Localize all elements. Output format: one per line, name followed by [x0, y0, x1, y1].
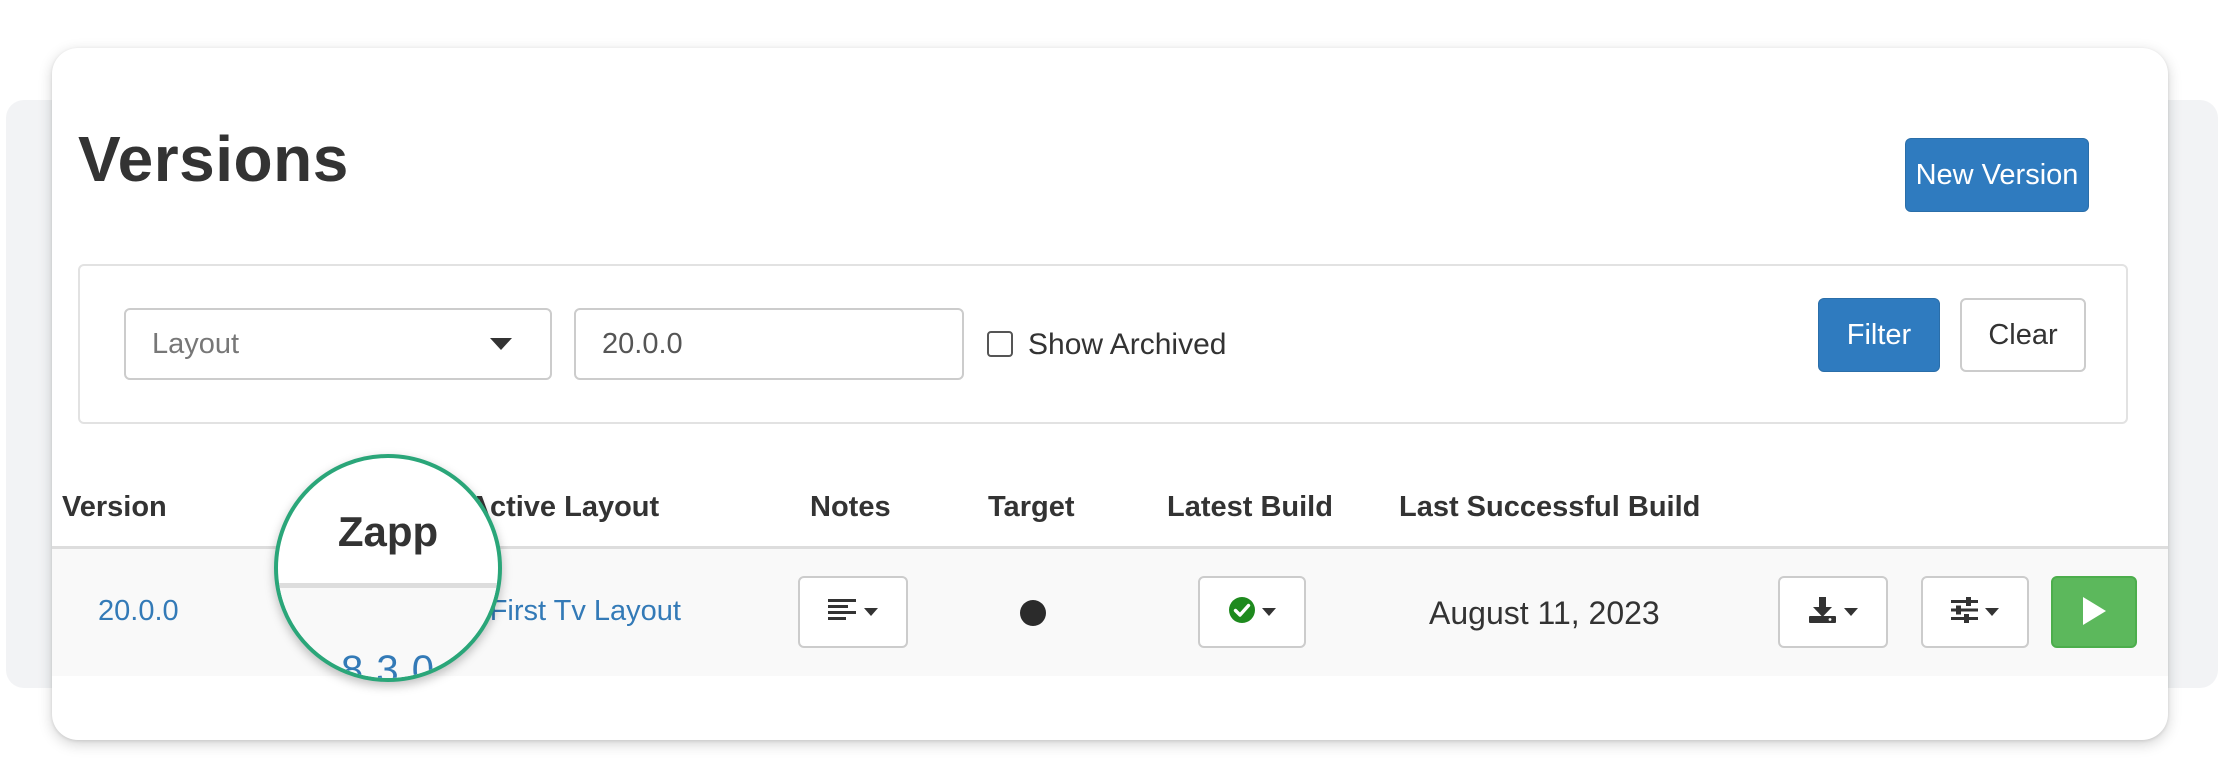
download-icon	[1808, 596, 1838, 629]
caret-down-icon	[1985, 608, 1999, 616]
download-dropdown-button[interactable]	[1778, 576, 1888, 648]
new-version-button[interactable]: New Version	[1905, 138, 2089, 212]
caret-down-icon	[864, 608, 878, 616]
column-header-latest-build[interactable]: Latest Build	[1167, 491, 1333, 524]
filled-circle-icon	[1020, 600, 1046, 626]
layout-select[interactable]: Layout	[124, 308, 552, 380]
last-successful-build-date: August 11, 2023	[1429, 595, 1660, 631]
version-search-input[interactable]	[574, 308, 964, 380]
latest-build-dropdown-button[interactable]	[1198, 576, 1306, 648]
layout-select-value: Layout	[152, 327, 240, 360]
column-header-zapp[interactable]: Zapp	[278, 508, 498, 556]
magnifier-header-divider	[278, 583, 498, 588]
versions-card: Versions New Version Layout Show Archive…	[52, 48, 2168, 740]
column-header-target[interactable]: Target	[988, 491, 1074, 524]
filter-panel: Layout Show Archived Filter Clear	[78, 264, 2128, 424]
align-left-icon	[828, 598, 858, 627]
clear-button[interactable]: Clear	[1960, 298, 2086, 372]
column-header-last-successful-build[interactable]: Last Successful Build	[1399, 491, 1700, 524]
play-icon	[2081, 596, 2107, 629]
show-archived-label[interactable]: Show Archived	[1028, 328, 1226, 362]
version-link[interactable]: 20.0.0	[98, 595, 179, 628]
settings-dropdown-button[interactable]	[1921, 576, 2029, 648]
column-header-notes[interactable]: Notes	[810, 491, 891, 524]
zapp-version-link[interactable]: 8.3.0	[278, 648, 498, 678]
caret-down-icon	[490, 338, 512, 350]
notes-dropdown-button[interactable]	[798, 576, 908, 648]
filter-button[interactable]: Filter	[1818, 298, 1940, 372]
caret-down-icon	[1262, 608, 1276, 616]
check-circle-icon	[1228, 596, 1256, 629]
caret-down-icon	[1844, 608, 1858, 616]
zapp-magnifier-callout: Zapp 8.3.0	[274, 454, 502, 682]
page-title: Versions	[78, 123, 349, 195]
sliders-icon	[1951, 596, 1979, 628]
run-build-button[interactable]	[2051, 576, 2137, 648]
column-header-version[interactable]: Version	[62, 491, 167, 524]
show-archived-checkbox[interactable]	[987, 331, 1013, 357]
